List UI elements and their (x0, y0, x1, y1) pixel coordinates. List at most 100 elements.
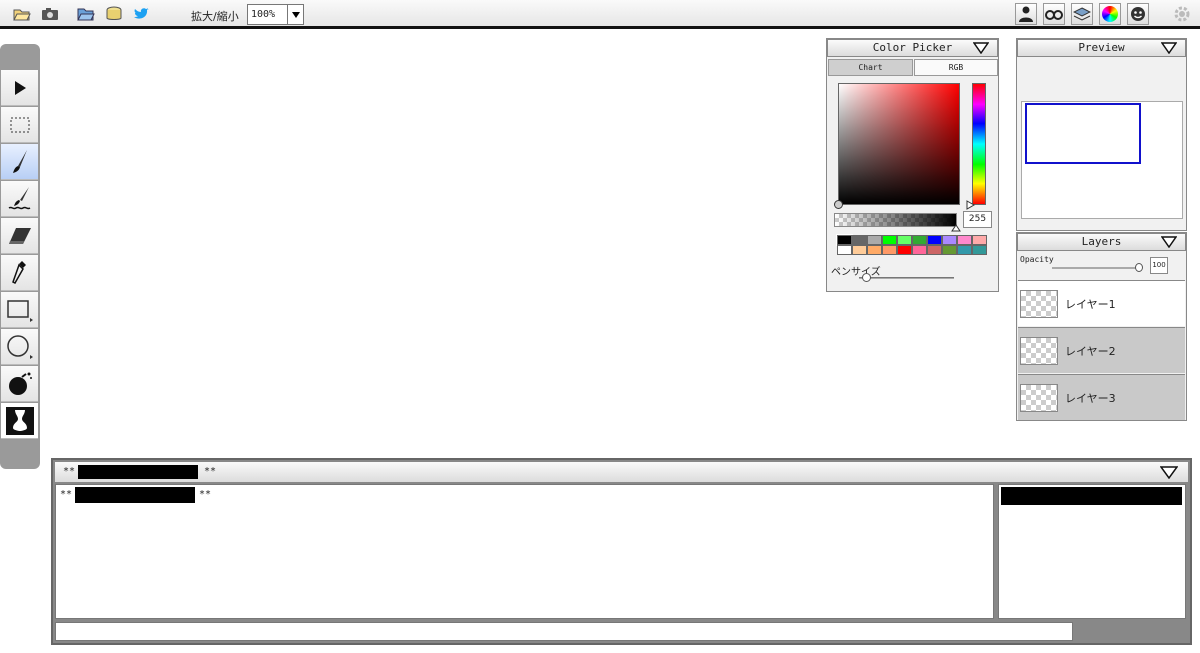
smudge-brush-icon[interactable] (1, 181, 38, 217)
color-swatch[interactable] (942, 245, 957, 255)
folder-open-icon[interactable] (76, 5, 96, 23)
chat-header: ** ** (55, 462, 1188, 482)
layers-panel: Layers Opacity 100 レイヤー1 レイヤー2 レイヤー3 (1016, 232, 1187, 421)
bomb-icon[interactable] (1, 366, 38, 402)
color-swatch[interactable] (837, 245, 852, 255)
opacity-knob[interactable] (1135, 263, 1143, 272)
preview-canvas (1021, 101, 1183, 219)
chat-log-suffix: ** (199, 489, 212, 500)
chat-header-prefix: ** (63, 466, 76, 477)
collapse-icon[interactable] (1161, 236, 1177, 248)
color-swatch[interactable] (912, 245, 927, 255)
opacity-value[interactable]: 100 (1150, 257, 1168, 274)
color-swatch[interactable] (912, 235, 927, 245)
sv-cursor[interactable] (834, 200, 843, 209)
chat-log: ** ** (55, 484, 994, 619)
pen-size-slider[interactable] (859, 277, 954, 279)
zoom-select[interactable]: 100% (247, 4, 304, 25)
color-picker-header: Color Picker (827, 39, 998, 57)
color-swatch[interactable] (897, 235, 912, 245)
chevron-down-icon[interactable] (287, 5, 303, 24)
layers-header: Layers (1017, 233, 1186, 251)
color-swatch[interactable] (897, 245, 912, 255)
redacted-user[interactable] (1001, 487, 1182, 505)
opacity-slider[interactable] (1052, 267, 1140, 269)
color-swatches (836, 234, 989, 255)
color-swatch[interactable] (972, 245, 987, 255)
layer-row[interactable]: レイヤー1 (1018, 280, 1185, 326)
glasses-icon[interactable] (1043, 3, 1065, 25)
color-swatch[interactable] (836, 234, 853, 246)
database-icon[interactable] (104, 5, 124, 23)
saturation-value-area[interactable] (834, 83, 960, 209)
layer-row[interactable]: レイヤー3 (1018, 374, 1185, 420)
viewport-rect[interactable] (1025, 103, 1141, 164)
color-swatch[interactable] (867, 235, 882, 245)
color-swatch[interactable] (927, 245, 942, 255)
layers-title: Layers (1081, 235, 1122, 248)
dropper-icon[interactable] (1, 255, 38, 291)
preview-panel: Preview (1016, 38, 1187, 231)
folder-open-icon[interactable] (12, 5, 32, 23)
rectangle-icon[interactable] (1, 292, 38, 328)
layer-row[interactable]: レイヤー2 (1018, 327, 1185, 373)
redacted-message (75, 487, 195, 503)
zoom-value: 100% (251, 9, 276, 20)
stamp-icon[interactable] (1, 403, 38, 439)
layers-icon[interactable] (1071, 3, 1093, 25)
chat-panel: ** ** ** ** (51, 458, 1192, 645)
circle-icon[interactable] (1, 329, 38, 365)
tool-palette (0, 44, 40, 469)
preview-title: Preview (1078, 41, 1125, 54)
alpha-value[interactable]: 255 (963, 211, 992, 228)
select-rect-icon[interactable] (1, 107, 38, 143)
color-swatch[interactable] (942, 235, 957, 245)
tab-chart[interactable]: Chart (828, 59, 913, 76)
arrow-icon[interactable] (1, 70, 38, 106)
camera-icon[interactable] (40, 5, 60, 23)
gear-icon[interactable] (1172, 5, 1192, 23)
opacity-label: Opacity (1020, 255, 1054, 264)
collapse-icon[interactable] (1160, 466, 1178, 479)
color-picker-panel: Color Picker Chart RGB 255 ペンサイズ (826, 38, 999, 292)
smiley-icon[interactable] (1127, 3, 1149, 25)
twitter-icon[interactable] (131, 5, 151, 23)
collapse-icon[interactable] (1161, 42, 1177, 54)
layer-name: レイヤー1 (1065, 297, 1116, 311)
redacted-name (78, 465, 198, 479)
user-icon[interactable] (1015, 3, 1037, 25)
color-swatch[interactable] (882, 235, 897, 245)
alpha-slider[interactable] (834, 213, 961, 232)
color-swatch[interactable] (867, 245, 882, 255)
chat-input[interactable] (55, 622, 1073, 641)
chat-user-list (998, 484, 1186, 619)
eraser-icon[interactable] (1, 218, 38, 254)
layer-name: レイヤー2 (1065, 344, 1116, 358)
hue-slider[interactable] (966, 83, 986, 210)
color-swatch[interactable] (852, 235, 867, 245)
chat-header-suffix: ** (204, 466, 217, 477)
collapse-icon[interactable] (973, 42, 989, 54)
layer-thumbnail (1020, 336, 1058, 365)
color-swatch[interactable] (882, 245, 897, 255)
alpha-marker-icon[interactable] (951, 224, 961, 232)
color-picker-title: Color Picker (872, 41, 953, 54)
color-wheel-icon[interactable] (1099, 3, 1121, 25)
brush-icon[interactable] (1, 144, 38, 180)
top-toolbar: 拡大/縮小 100% (0, 0, 1200, 29)
hue-marker-icon[interactable] (966, 200, 975, 210)
chat-log-prefix: ** (60, 489, 73, 500)
tab-rgb[interactable]: RGB (914, 59, 998, 76)
zoom-label: 拡大/縮小 (191, 10, 239, 23)
layer-thumbnail (1020, 289, 1058, 318)
color-picker-tabs: Chart RGB (828, 59, 998, 76)
layer-name: レイヤー3 (1065, 391, 1116, 405)
pen-size-knob[interactable] (862, 273, 871, 282)
color-swatch[interactable] (852, 245, 867, 255)
preview-header: Preview (1017, 39, 1186, 57)
pen-size-label: ペンサイズ (831, 267, 881, 278)
color-swatch[interactable] (957, 235, 972, 245)
color-swatch[interactable] (957, 245, 972, 255)
color-swatch[interactable] (972, 235, 987, 245)
color-swatch[interactable] (927, 235, 942, 245)
